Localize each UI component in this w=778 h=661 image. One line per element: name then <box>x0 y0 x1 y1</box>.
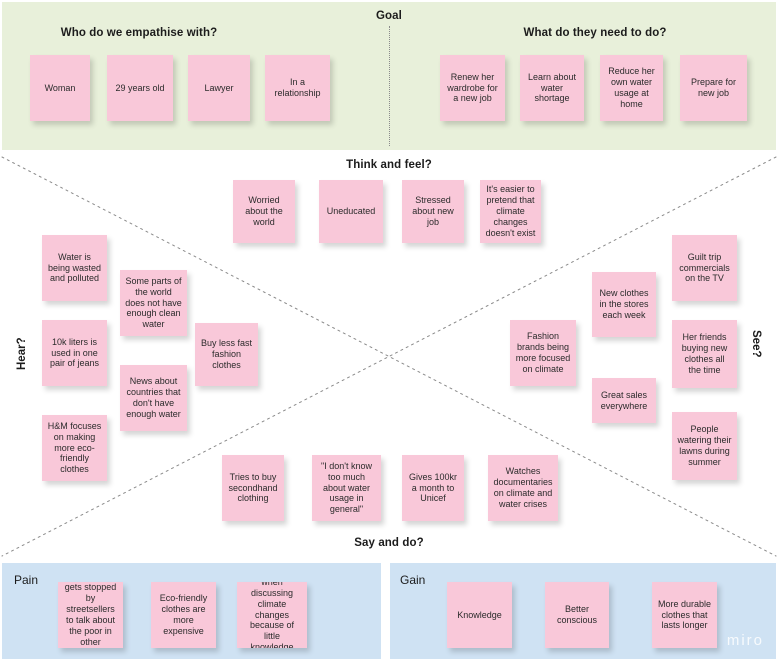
see-label: See? <box>750 330 762 358</box>
who-do-we-empathise-with-heading: Who do we empathise with? <box>60 27 218 39</box>
sticky-note[interactable]: H&M focuses on making more eco-friendly … <box>42 415 107 481</box>
sticky-note[interactable]: More durable clothes that lasts longer <box>652 582 717 648</box>
sticky-note-text: People watering their lawns during summe… <box>677 424 732 467</box>
sticky-note-text: Reduce her own water usage at home <box>608 66 655 109</box>
sticky-note-text: Great sales everywhere <box>600 389 648 411</box>
sticky-note-text: Prepare for new job <box>690 77 737 98</box>
what-do-they-need-to-do-heading: What do they need to do? <box>523 27 667 39</box>
sticky-note-text: Lawyer <box>204 82 234 93</box>
sticky-note-text: It's easier to pretend that climate chan… <box>485 184 536 238</box>
miro-watermark: miro <box>726 632 764 649</box>
sticky-note-text: 29 years old <box>115 82 165 93</box>
sticky-note[interactable]: In a relationship <box>265 55 330 121</box>
sticky-note-text: News about countries that don't have eno… <box>126 376 181 419</box>
sticky-note[interactable]: Buy less fast fashion clothes <box>195 323 258 386</box>
sticky-note[interactable]: Lawyer <box>188 55 250 121</box>
sticky-note[interactable]: Some parts of the world does not have en… <box>120 270 187 336</box>
sticky-note-text: H&M focuses on making more eco-friendly … <box>47 420 102 475</box>
sticky-note-text: 10k liters is used in one pair of jeans <box>49 336 100 369</box>
sticky-note[interactable]: New clothes in the stores each week <box>592 272 656 337</box>
sticky-note-text: Guilt trip commercials on the TV <box>679 251 730 284</box>
sticky-note-text: More durable clothes that lasts longer <box>657 598 712 631</box>
goal-vertical-divider <box>389 26 390 146</box>
sticky-note-text: Better conscious <box>556 604 598 625</box>
sticky-note[interactable]: People watering their lawns during summe… <box>672 412 737 480</box>
sticky-note[interactable]: 29 years old <box>107 55 173 121</box>
gain-label: Gain <box>400 573 426 587</box>
sticky-note-text: Uneducated <box>326 206 376 217</box>
sticky-note-text: Learn about water shortage <box>527 71 577 104</box>
goal-title: Goal <box>376 10 402 22</box>
sticky-note[interactable]: "I don't know too much about water usage… <box>312 455 381 521</box>
sticky-note[interactable]: Water is being wasted and polluted <box>42 235 107 301</box>
sticky-note[interactable]: Uneducated <box>319 180 383 243</box>
sticky-note[interactable]: News about countries that don't have eno… <box>120 365 187 431</box>
sticky-note[interactable]: Feels stupid when discussing climate cha… <box>237 582 307 648</box>
sticky-note-text: Her friends buying new clothes all the t… <box>681 332 728 375</box>
sticky-note[interactable]: Better conscious <box>545 582 609 648</box>
sticky-note[interactable]: Renew her wardrobe for a new job <box>440 55 505 121</box>
pain-label: Pain <box>14 573 39 587</box>
sticky-note[interactable]: Tries to buy secondhand clothing <box>222 455 284 521</box>
sticky-note[interactable]: Stressed about new job <box>402 180 464 243</box>
sticky-note[interactable]: Knowledge <box>447 582 512 648</box>
think-and-feel-label: Think and feel? <box>346 159 432 171</box>
sticky-note-text: Woman <box>44 82 76 93</box>
sticky-note-text: Tries to buy secondhand clothing <box>228 471 278 504</box>
sticky-note[interactable]: Watches documentaries on climate and wat… <box>488 455 558 521</box>
sticky-note-text: She often gets stopped by streetsellers … <box>64 582 117 648</box>
sticky-note[interactable]: Gives 100kr a month to Unicef <box>402 455 464 521</box>
sticky-note-text: Buy less fast fashion clothes <box>200 338 253 370</box>
sticky-note[interactable]: Reduce her own water usage at home <box>600 55 663 121</box>
sticky-note[interactable]: Eco-friendly clothes are more expensive <box>151 582 216 648</box>
sticky-note[interactable]: Fashion brands being more focused on cli… <box>510 320 576 386</box>
sticky-note-text: Eco-friendly clothes are more expensive <box>159 593 208 636</box>
sticky-note[interactable]: She often gets stopped by streetsellers … <box>58 582 123 648</box>
sticky-note-text: Fashion brands being more focused on cli… <box>515 331 571 374</box>
sticky-note-text: Water is being wasted and polluted <box>47 251 102 284</box>
sticky-note[interactable]: Guilt trip commercials on the TV <box>672 235 737 301</box>
empathy-map-board: Goal Who do we empathise with? What do t… <box>0 0 778 661</box>
sticky-note-text: Stressed about new job <box>412 195 454 227</box>
sticky-note[interactable]: Prepare for new job <box>680 55 747 121</box>
sticky-note-text: Gives 100kr a month to Unicef <box>408 471 458 504</box>
sticky-note-text: Worried about the world <box>245 195 283 227</box>
sticky-note[interactable]: Learn about water shortage <box>520 55 584 121</box>
sticky-note-text: Renew her wardrobe for a new job <box>447 71 498 104</box>
sticky-note-text: Watches documentaries on climate and wat… <box>493 466 553 509</box>
sticky-note[interactable]: It's easier to pretend that climate chan… <box>480 180 541 243</box>
sticky-note[interactable]: Worried about the world <box>233 180 295 243</box>
sticky-note-text: Some parts of the world does not have en… <box>125 275 182 330</box>
sticky-note-text: In a relationship <box>274 77 321 98</box>
sticky-note-text: New clothes in the stores each week <box>599 288 649 320</box>
sticky-note[interactable]: 10k liters is used in one pair of jeans <box>42 320 107 386</box>
hear-label: Hear? <box>16 337 28 370</box>
sticky-note[interactable]: Great sales everywhere <box>592 378 656 423</box>
sticky-note[interactable]: Woman <box>30 55 90 121</box>
sticky-note-text: Feels stupid when discussing climate cha… <box>249 582 295 648</box>
sticky-note-text: "I don't know too much about water usage… <box>321 460 372 515</box>
sticky-note-text: Knowledge <box>457 609 502 620</box>
say-and-do-label: Say and do? <box>354 537 424 549</box>
sticky-note[interactable]: Her friends buying new clothes all the t… <box>672 320 737 388</box>
